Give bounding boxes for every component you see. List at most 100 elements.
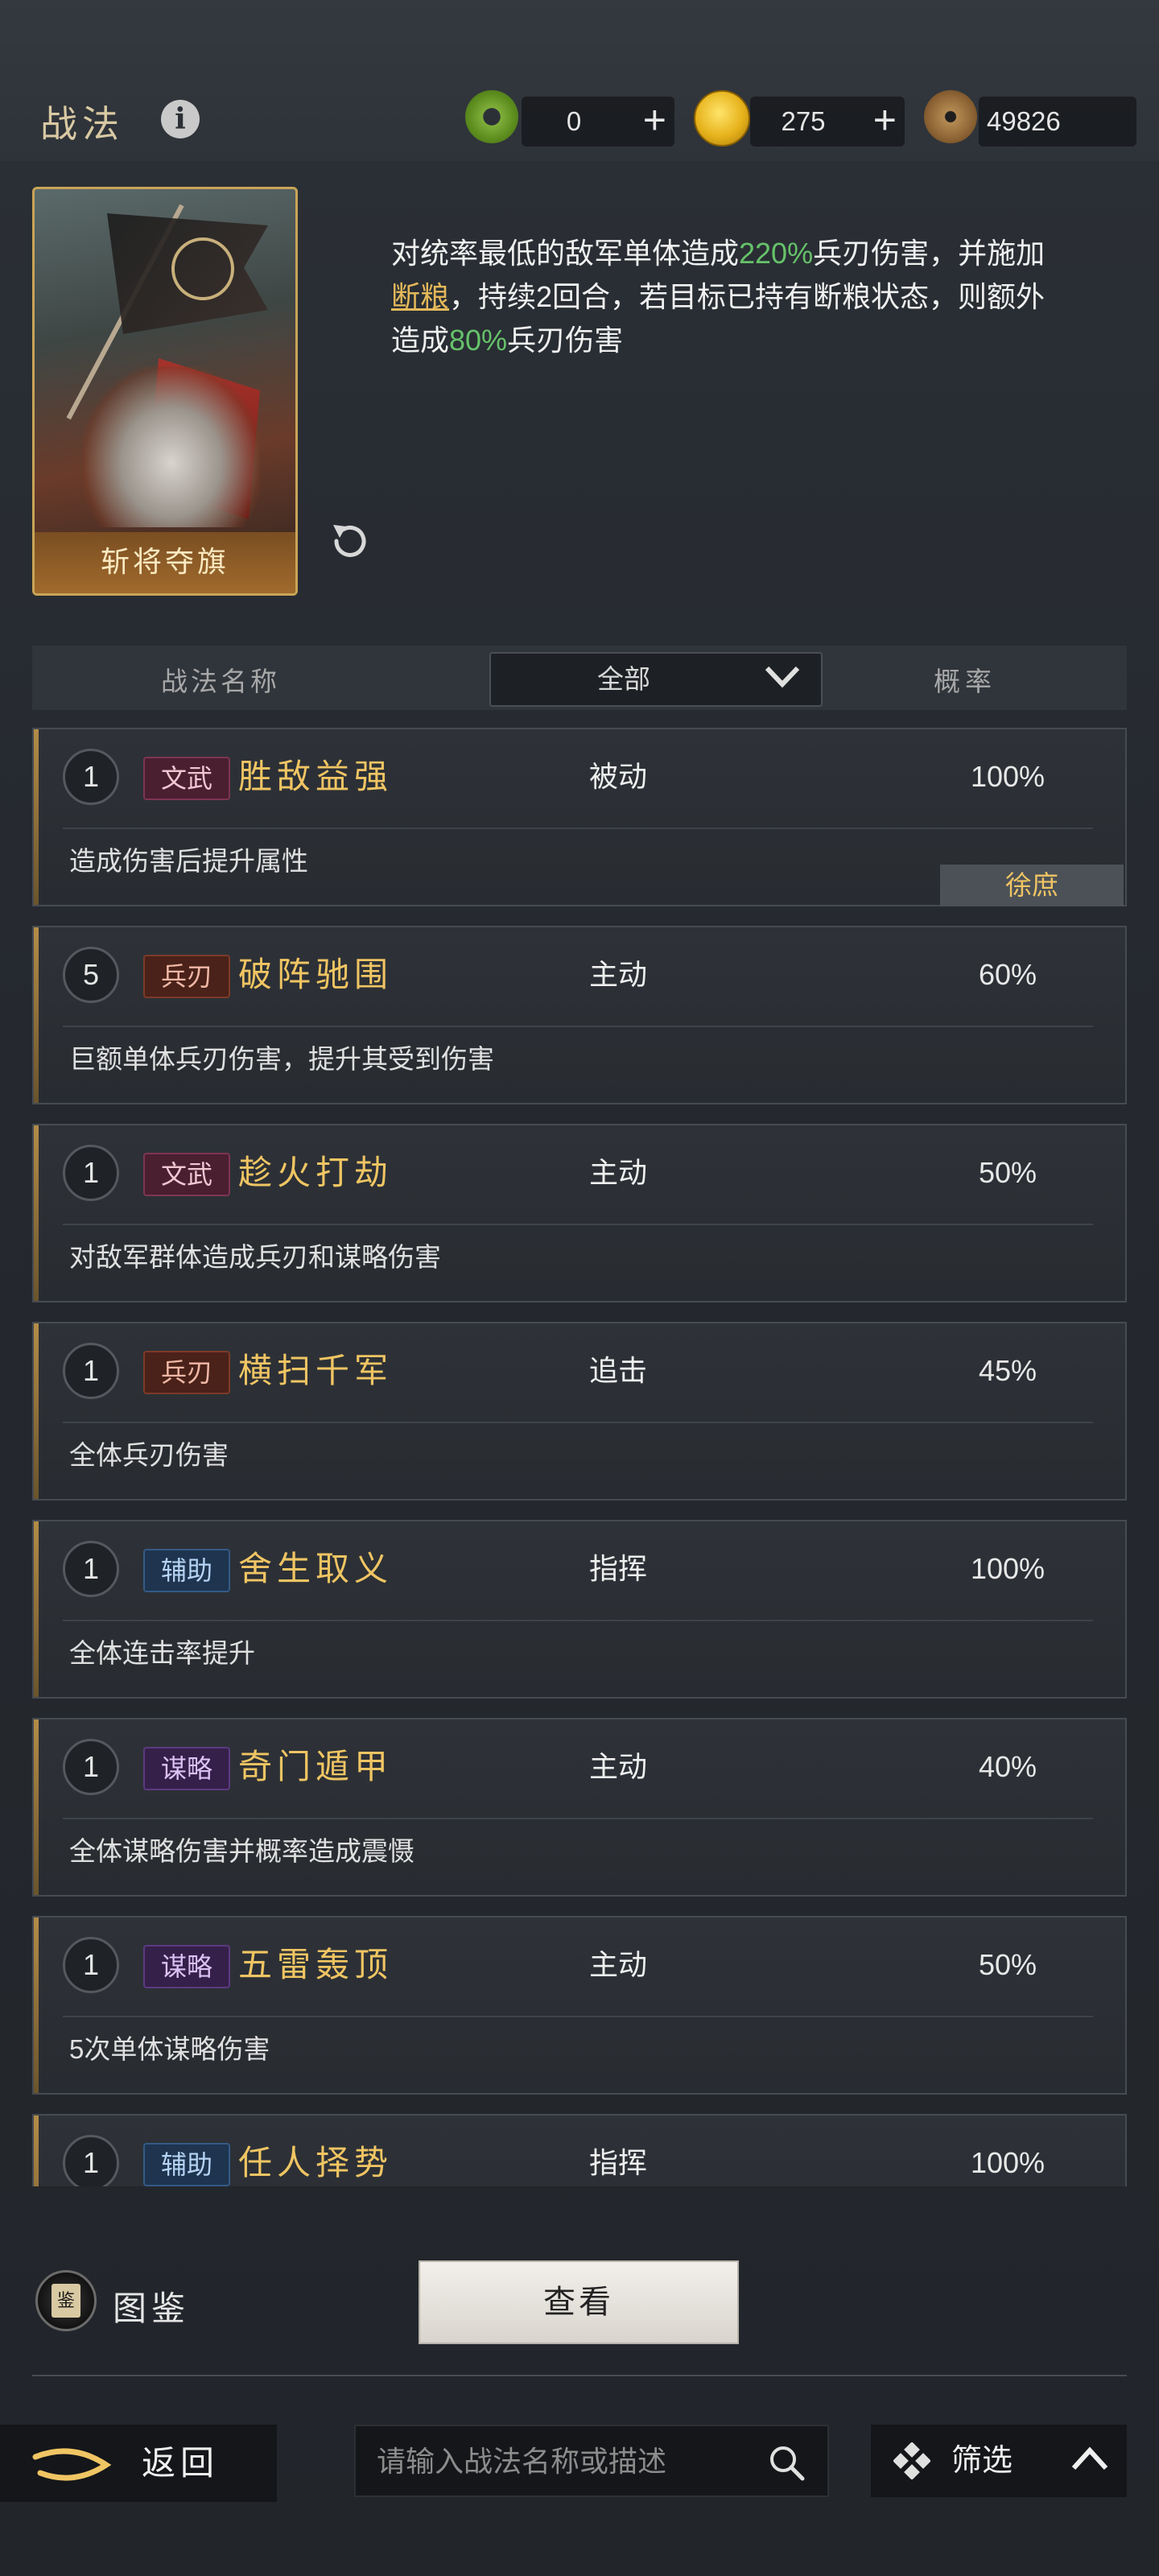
skill-summary: 全体兵刃伤害	[69, 1440, 229, 1470]
chevron-down-icon	[765, 666, 800, 688]
skill-summary: 巨额单体兵刃伤害，提升其受到伤害	[69, 1044, 494, 1074]
skill-level: 1	[63, 1343, 119, 1399]
skill-category-tag: 文武	[143, 1153, 230, 1196]
search-icon[interactable]	[766, 2442, 806, 2483]
skill-summary: 对敌军群体造成兵刃和谋略伤害	[69, 1242, 441, 1272]
skill-summary: 全体连击率提升	[69, 1638, 255, 1668]
row-divider	[63, 2016, 1093, 2017]
skill-name: 五雷轰顶	[238, 1945, 394, 1984]
skill-row[interactable]: 1 辅助 舍生取义 指挥 100% 全体连击率提升	[32, 1520, 1127, 1699]
card-art-rider	[83, 366, 260, 527]
skill-row[interactable]: 1 辅助 任人择势 指挥 100%	[32, 2114, 1127, 2186]
skill-type: 指挥	[589, 1552, 648, 1585]
skill-summary: 全体谋略伤害并概率造成震慑	[69, 1836, 415, 1866]
skill-level: 1	[63, 1541, 119, 1597]
jade-amount: 0	[566, 106, 582, 136]
skill-row[interactable]: 5 兵刃 破阵驰围 主动 60% 巨额单体兵刃伤害，提升其受到伤害	[32, 926, 1127, 1104]
info-icon[interactable]: i	[161, 100, 200, 138]
add-jade-button[interactable]: +	[643, 97, 666, 143]
skill-name: 破阵驰围	[238, 955, 394, 994]
chevron-up-icon	[1071, 2446, 1108, 2471]
skill-category-tag: 谋略	[143, 1747, 230, 1790]
copper-amount: 49826	[987, 106, 1061, 136]
skill-level: 1	[63, 749, 119, 805]
skill-name: 奇门遁甲	[238, 1747, 394, 1786]
codex-icon[interactable]: 鉴	[35, 2270, 97, 2331]
copper-icon	[924, 90, 977, 143]
skill-category-tag: 兵刃	[143, 1351, 230, 1394]
skill-type: 追击	[589, 1354, 648, 1387]
skill-name: 趁火打劫	[238, 1153, 394, 1192]
back-arrow-icon	[32, 2448, 112, 2481]
refresh-icon[interactable]	[325, 517, 373, 565]
row-divider	[63, 1026, 1093, 1027]
skill-category-tag: 文武	[143, 757, 230, 800]
row-divider	[63, 1224, 1093, 1225]
skill-type: 主动	[589, 1948, 648, 1981]
skill-name: 舍生取义	[238, 1549, 394, 1588]
skill-rate: 50%	[978, 1156, 1037, 1189]
column-rate-header: 概率	[934, 667, 996, 696]
skill-rate: 40%	[978, 1750, 1037, 1783]
gold-icon	[694, 90, 750, 147]
gold-currency[interactable]: 275 +	[750, 97, 905, 147]
filter-button[interactable]: 筛选	[871, 2425, 1127, 2497]
desc-value: 80%	[449, 324, 508, 357]
skill-category-tag: 辅助	[143, 1549, 230, 1592]
skill-type: 主动	[589, 958, 648, 991]
column-name-header: 战法名称	[161, 667, 280, 696]
jade-currency[interactable]: 0 +	[522, 97, 674, 147]
skill-row[interactable]: 1 文武 趁火打劫 主动 50% 对敌军群体造成兵刃和谋略伤害	[32, 1124, 1127, 1302]
desc-part: 兵刃伤害，并施加	[813, 237, 1046, 270]
skill-level: 1	[63, 1145, 119, 1201]
status-link[interactable]: 断粮	[391, 280, 449, 313]
card-name: 斩将夺旗	[35, 532, 295, 593]
row-divider	[63, 1620, 1093, 1621]
divider	[32, 2375, 1127, 2376]
desc-part: 兵刃伤害	[507, 324, 624, 357]
skill-type: 指挥	[589, 2146, 648, 2179]
desc-part: 对统率最低的敌军单体造成	[391, 237, 740, 270]
skill-rate: 100%	[970, 760, 1046, 793]
copper-currency: 49826	[979, 97, 1136, 147]
search-input[interactable]	[375, 2426, 757, 2497]
skill-rate: 100%	[970, 2146, 1046, 2179]
row-divider	[63, 828, 1093, 829]
page-title: 战法	[40, 102, 124, 146]
search-box[interactable]	[354, 2425, 829, 2497]
filter-label: 筛选	[951, 2444, 1013, 2478]
back-button[interactable]: 返回	[0, 2425, 277, 2502]
skill-rate: 100%	[970, 1552, 1046, 1585]
card-art-emblem	[171, 237, 234, 300]
skill-rate: 50%	[978, 1948, 1037, 1981]
skill-category-tag: 兵刃	[143, 955, 230, 998]
skill-row[interactable]: 1 谋略 五雷轰顶 主动 50% 5次单体谋略伤害	[32, 1916, 1127, 2095]
dropdown-value: 全部	[597, 664, 650, 694]
skill-rate: 45%	[978, 1354, 1037, 1387]
codex-glyph: 鉴	[52, 2284, 80, 2318]
skill-type: 主动	[589, 1156, 648, 1189]
skill-rate: 60%	[978, 958, 1037, 991]
skill-type: 被动	[589, 760, 648, 793]
skill-name: 任人择势	[238, 2143, 394, 2182]
skill-row[interactable]: 1 谋略 奇门遁甲 主动 40% 全体谋略伤害并概率造成震慑	[32, 1718, 1127, 1897]
skill-name: 胜敌益强	[238, 757, 394, 796]
skill-row[interactable]: 1 文武 胜敌益强 被动 100% 造成伤害后提升属性 徐庶	[32, 728, 1127, 906]
category-dropdown[interactable]: 全部	[489, 652, 823, 707]
skill-row[interactable]: 1 兵刃 横扫千军 追击 45% 全体兵刃伤害	[32, 1322, 1127, 1501]
row-divider	[63, 1818, 1093, 1819]
desc-value: 220%	[739, 237, 814, 270]
skill-category-tag: 辅助	[143, 2143, 230, 2186]
add-gold-button[interactable]: +	[873, 97, 897, 143]
skill-summary: 造成伤害后提升属性	[69, 846, 308, 876]
gold-amount: 275	[781, 106, 826, 136]
filter-icon	[893, 2442, 930, 2479]
codex-label[interactable]: 图鉴	[113, 2281, 190, 2330]
skill-summary: 5次单体谋略伤害	[69, 2034, 270, 2064]
skill-level: 1	[63, 1937, 119, 1993]
skill-card[interactable]: 斩将夺旗	[32, 187, 298, 596]
skill-level: 5	[63, 947, 119, 1003]
skill-category-tag: 谋略	[143, 1945, 230, 1988]
view-button[interactable]: 查看	[419, 2260, 739, 2344]
skill-list[interactable]: 1 文武 胜敌益强 被动 100% 造成伤害后提升属性 徐庶 5 兵刃 破阵驰围 主动 60% 巨额单体…	[32, 728, 1127, 2186]
